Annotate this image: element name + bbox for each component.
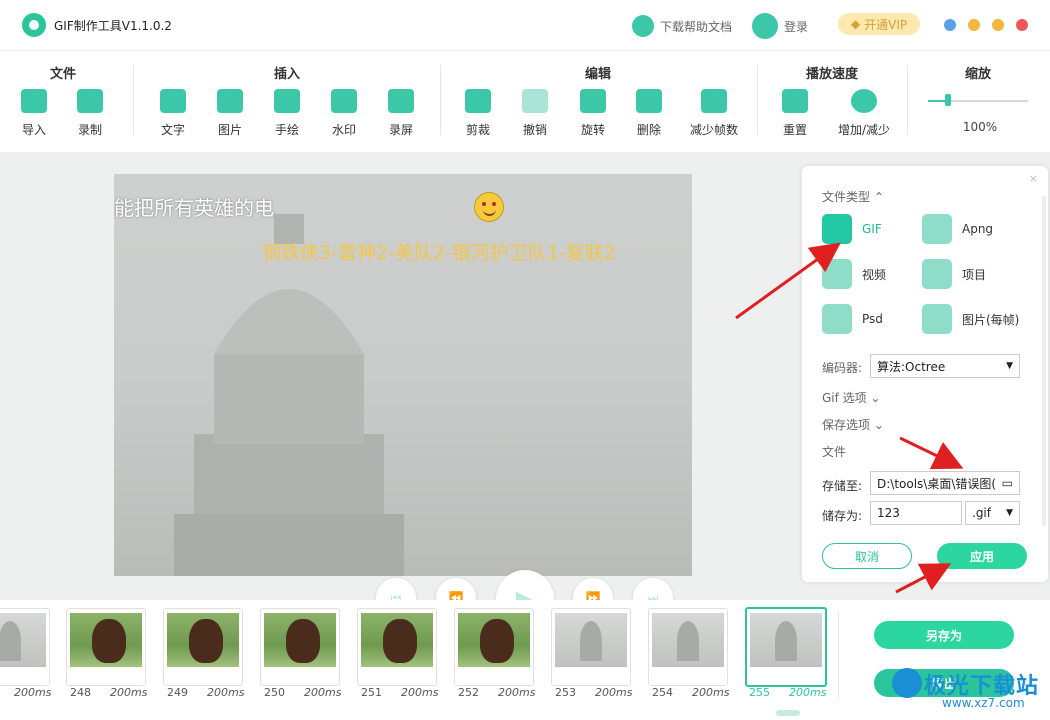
arrow-to-gif (735, 242, 841, 320)
annotation-arrows (735, 242, 964, 594)
arrow-to-apply (895, 563, 952, 594)
arrow-to-path (899, 436, 964, 470)
